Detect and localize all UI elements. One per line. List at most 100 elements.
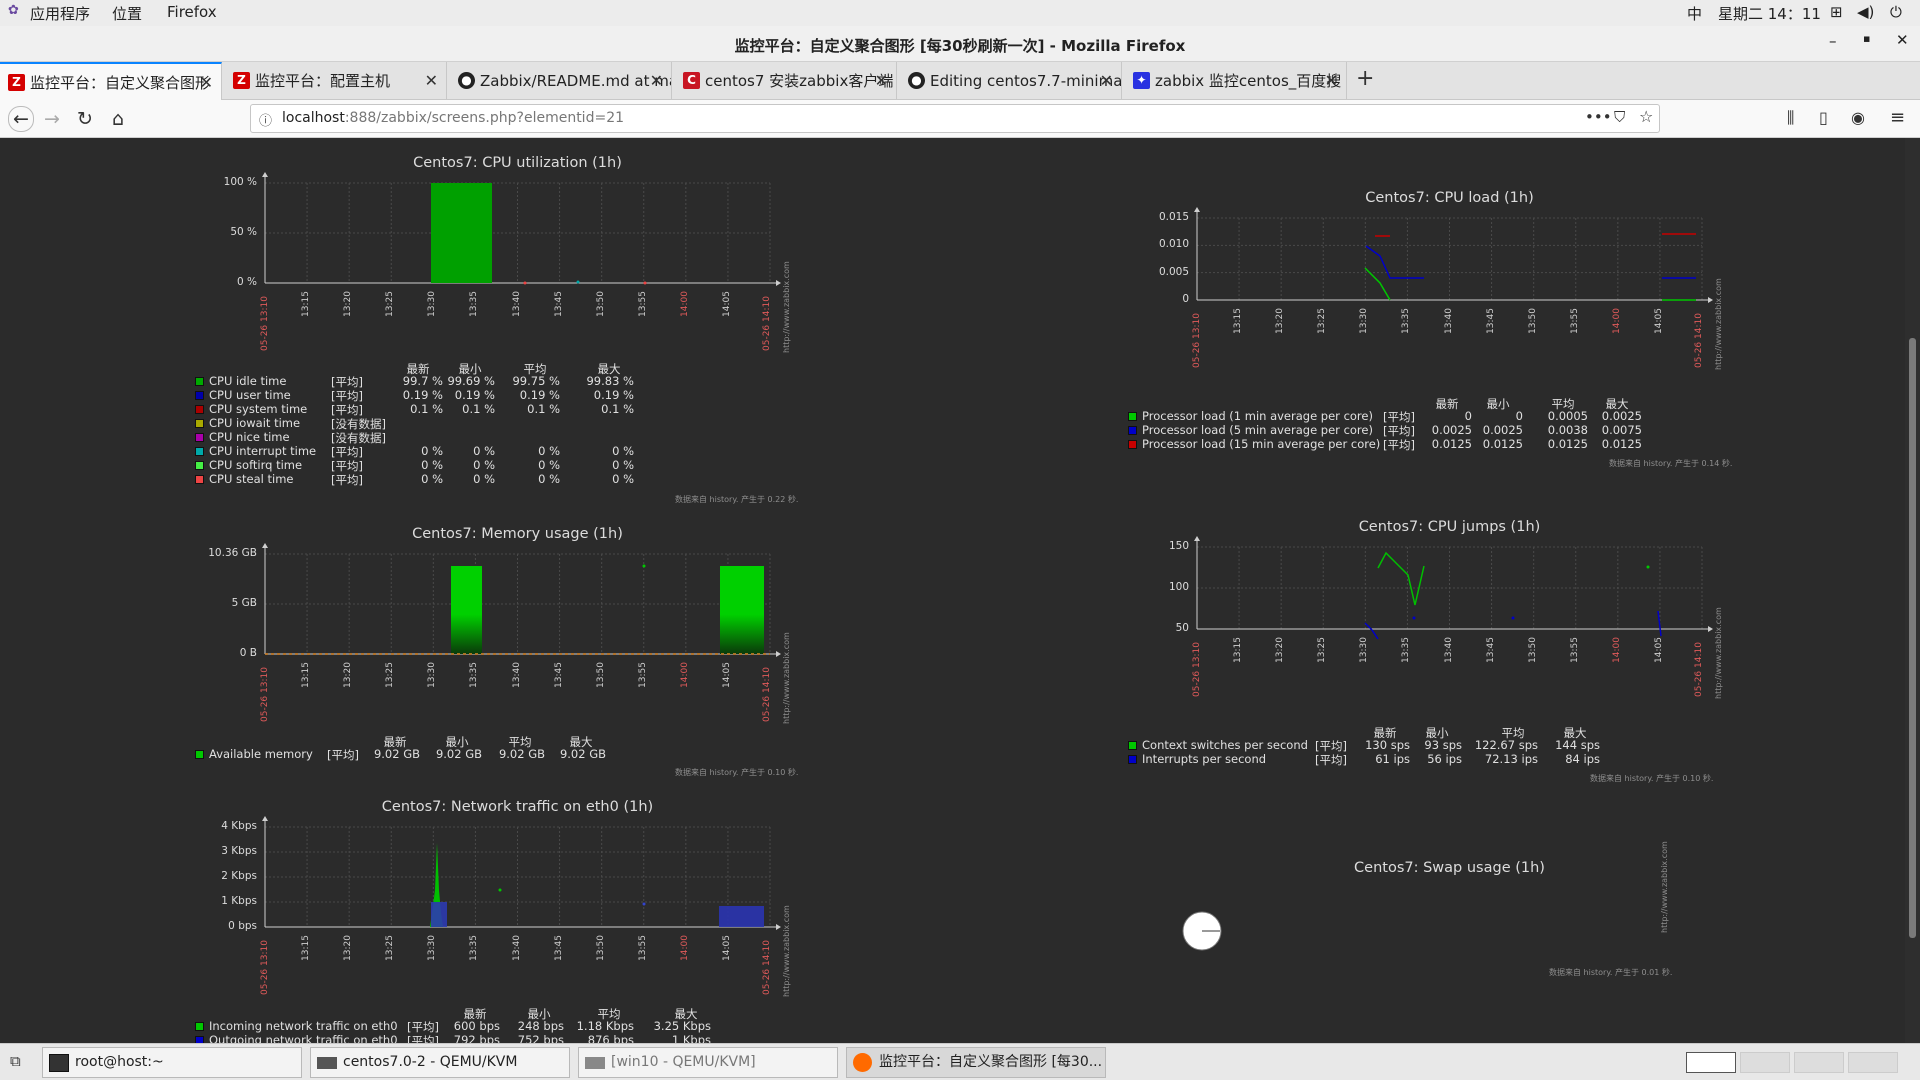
- new-tab-button[interactable]: +: [1356, 66, 1374, 91]
- x-tick-label: 14:05: [721, 935, 732, 961]
- x-tick-label: 13:55: [1569, 308, 1580, 334]
- vertical-scrollbar[interactable]: [1905, 138, 1920, 1043]
- url-bar[interactable]: ⓘ localhost:888/zabbix/screens.php?eleme…: [250, 104, 1660, 133]
- network-icon[interactable]: ⊞: [1830, 3, 1843, 21]
- close-tab-icon[interactable]: ✕: [1325, 62, 1338, 100]
- x-tick-label: 13:15: [301, 935, 312, 961]
- task-terminal[interactable]: root@host:~: [42, 1047, 302, 1078]
- page-actions-icon[interactable]: •••: [1585, 108, 1612, 126]
- reload-button[interactable]: ↻: [73, 107, 97, 131]
- legend-item: Processor load (15 min average per core): [1128, 437, 1380, 451]
- applications-menu[interactable]: 应用程序: [30, 3, 90, 24]
- outgoing-dot: [642, 902, 646, 906]
- x-tick-label: 14:00: [679, 291, 690, 317]
- legend-value: 600 bps: [453, 1019, 500, 1033]
- maximize-button[interactable]: ▪: [1863, 32, 1870, 45]
- workspace-3[interactable]: [1794, 1052, 1844, 1073]
- home-button[interactable]: ⌂: [106, 107, 130, 131]
- zabbix-favicon-icon: Z: [8, 74, 25, 91]
- legend-swatch: [195, 419, 204, 428]
- legend-name: CPU softirq time: [209, 458, 303, 472]
- zabbix-url-label: http://www.zabbix.com: [1714, 607, 1723, 699]
- legend-value: 0 %: [612, 444, 634, 458]
- activities-icon[interactable]: ✿: [8, 3, 19, 18]
- account-icon[interactable]: ◉: [1851, 108, 1865, 127]
- x-tick-label: 13:15: [1233, 637, 1244, 663]
- close-tab-icon[interactable]: ✕: [1100, 62, 1113, 100]
- library-icon[interactable]: ⫼: [1787, 108, 1794, 128]
- power-icon[interactable]: ⏻: [1890, 3, 1902, 21]
- legend-swatch: [1128, 412, 1137, 421]
- tab-0[interactable]: Z 监控平台：自定义聚合图形 ✕: [0, 62, 222, 100]
- x-tick-label: 14:05: [1653, 308, 1664, 334]
- x-tick-label: 13:30: [427, 291, 438, 317]
- close-tab-icon[interactable]: ✕: [875, 62, 888, 100]
- legend-name: CPU user time: [209, 388, 291, 402]
- tab-4[interactable]: ● Editing centos7.7-minimal ✕: [900, 62, 1122, 100]
- tab-1[interactable]: Z 监控平台：配置主机 ✕: [225, 62, 447, 100]
- zabbix-url-label: http://www.zabbix.com: [1714, 278, 1723, 370]
- y-axis-arrow: [1194, 207, 1200, 212]
- hamburger-menu-icon[interactable]: ≡: [1890, 107, 1905, 128]
- legend-value: 0 %: [538, 472, 560, 486]
- site-info-icon[interactable]: ⓘ: [259, 110, 272, 129]
- minimize-button[interactable]: –: [1829, 32, 1837, 50]
- x-tick-label: 13:25: [1317, 637, 1328, 663]
- back-button[interactable]: ←: [8, 106, 34, 132]
- sidebar-icon[interactable]: ▯: [1819, 108, 1828, 127]
- bookmark-star-icon[interactable]: ☆: [1639, 107, 1653, 126]
- forward-button[interactable]: →: [40, 107, 64, 131]
- vm-icon: [317, 1057, 337, 1069]
- legend-item: Interrupts per second: [1128, 752, 1266, 766]
- tab-2[interactable]: ● Zabbix/README.md at ma ✕: [450, 62, 672, 100]
- task-firefox[interactable]: 监控平台：自定义聚合图形 [每30...: [846, 1047, 1106, 1078]
- legend-item: CPU user time: [195, 388, 291, 402]
- x-tick-label: 13:25: [385, 662, 396, 688]
- legend-value: 0 %: [538, 444, 560, 458]
- firefox-app-menu[interactable]: Firefox: [167, 3, 217, 21]
- legend-name: CPU iowait time: [209, 416, 301, 430]
- x-tick-label: 13:45: [553, 662, 564, 688]
- zabbix-url-label: http://www.zabbix.com: [782, 261, 791, 353]
- legend-name: CPU nice time: [209, 430, 290, 444]
- workspace-4[interactable]: [1848, 1052, 1898, 1073]
- task-centos-vm[interactable]: centos7.0-2 - QEMU/KVM: [310, 1047, 570, 1078]
- task-win10-vm[interactable]: [win10 - QEMU/KVM]: [578, 1047, 838, 1078]
- close-tab-icon[interactable]: ✕: [650, 62, 663, 100]
- tab-5[interactable]: ✦ zabbix 监控centos_百度搜 ✕: [1125, 62, 1347, 100]
- y-tick-label: 0.010: [1158, 238, 1189, 251]
- x-tick-label: 13:40: [1443, 308, 1454, 334]
- legend-value: 99.69 %: [447, 374, 495, 388]
- workspace-1[interactable]: [1686, 1052, 1736, 1073]
- graph-title: Centos7: CPU utilization (1h): [413, 155, 622, 171]
- legend-swatch: [195, 750, 204, 759]
- legend-swatch: [195, 1022, 204, 1031]
- interrupts-dot: [1412, 616, 1416, 620]
- close-window-button[interactable]: ✕: [1896, 31, 1909, 49]
- legend-swatch: [1128, 741, 1137, 750]
- graph-title: Centos7: Swap usage (1h): [1354, 860, 1545, 876]
- legend-swatch: [195, 461, 204, 470]
- legend-item: CPU nice time: [195, 430, 290, 444]
- legend-name: Outgoing network traffic on eth0: [209, 1033, 398, 1043]
- show-desktop-icon[interactable]: ⧉: [10, 1052, 21, 1070]
- legend-value: 0 %: [612, 458, 634, 472]
- close-tab-icon[interactable]: ✕: [425, 62, 438, 100]
- volume-icon[interactable]: ◀): [1857, 3, 1874, 21]
- pocket-icon[interactable]: ⛉: [1614, 108, 1625, 126]
- scrollbar-thumb[interactable]: [1909, 338, 1916, 938]
- input-method-indicator[interactable]: 中: [1687, 3, 1702, 24]
- y-tick-label: 4 Kbps: [221, 820, 257, 832]
- close-tab-icon[interactable]: ✕: [200, 64, 213, 100]
- clock[interactable]: 星期二 14：11: [1718, 3, 1821, 24]
- incoming-dot: [498, 888, 502, 892]
- legend-value: 876 bps: [587, 1033, 634, 1043]
- tab-3[interactable]: C centos7 安装zabbix客户端 ✕: [675, 62, 897, 100]
- legend-value: 0: [1515, 409, 1523, 423]
- places-menu[interactable]: 位置: [112, 3, 142, 24]
- x-tick-label: 13:20: [343, 935, 354, 961]
- workspace-2[interactable]: [1740, 1052, 1790, 1073]
- legend-swatch: [195, 475, 204, 484]
- tab-label: 监控平台：配置主机: [255, 72, 391, 90]
- zabbix-url-label: http://www.zabbix.com: [782, 632, 791, 724]
